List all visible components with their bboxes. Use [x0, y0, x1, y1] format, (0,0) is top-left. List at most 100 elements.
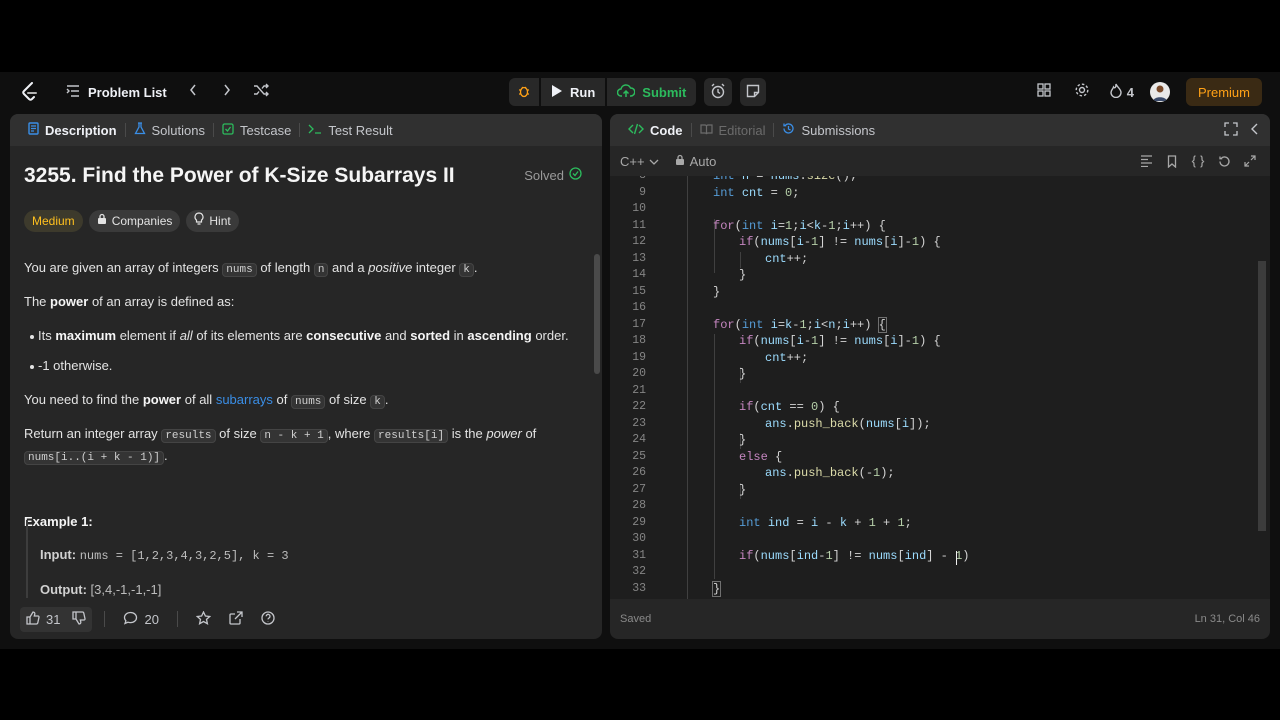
chevron-right-icon: [223, 83, 231, 101]
subarrays-link[interactable]: subarrays: [216, 392, 273, 407]
cursor-position: Ln 31, Col 46: [1194, 613, 1260, 625]
lock-icon: [675, 154, 685, 169]
hint-label: Hint: [209, 214, 231, 228]
next-problem-button[interactable]: [213, 78, 241, 106]
code-line: }: [739, 367, 747, 381]
tab-code[interactable]: Code: [620, 114, 691, 146]
line-number: 21: [632, 384, 646, 397]
line-number: 10: [632, 202, 646, 215]
line-number: 29: [632, 516, 646, 529]
line-number: 23: [632, 417, 646, 430]
tab-test-result[interactable]: Test Result: [300, 114, 400, 146]
line-number: 19: [632, 351, 646, 364]
like-button[interactable]: 31: [20, 606, 67, 632]
leetcode-logo-icon[interactable]: [20, 82, 40, 102]
tab-description-label: Description: [45, 122, 117, 138]
bold-text: power: [142, 392, 182, 407]
difficulty-badge: Medium: [24, 210, 83, 232]
book-icon: [699, 123, 713, 138]
tab-submissions[interactable]: Submissions: [774, 114, 883, 146]
text: .: [164, 448, 168, 463]
bold-text: ascending: [467, 328, 532, 343]
collapse-icon[interactable]: [1250, 122, 1260, 139]
alarm-clock-icon: [710, 83, 726, 102]
indent-guide: [740, 252, 741, 268]
hint-chip[interactable]: Hint: [186, 210, 239, 232]
companies-chip[interactable]: Companies: [88, 210, 181, 232]
layout-button[interactable]: [1030, 78, 1058, 106]
language-label: C++: [620, 153, 645, 169]
text: integer: [415, 260, 456, 275]
share-button[interactable]: [223, 607, 249, 632]
problem-title[interactable]: 3255. Find the Power of K-Size Subarrays…: [24, 165, 455, 186]
description-scrollbar[interactable]: [594, 254, 600, 374]
fullscreen-icon[interactable]: [1240, 151, 1260, 171]
streak-count: 4: [1126, 84, 1134, 100]
line-number: 33: [632, 582, 646, 595]
problem-list-button[interactable]: Problem List: [60, 81, 173, 104]
submit-label: Submit: [642, 84, 687, 100]
premium-button[interactable]: Premium: [1185, 78, 1262, 106]
braces-icon[interactable]: [1188, 151, 1208, 171]
line-number: 28: [632, 499, 646, 512]
text: You need to find the: [24, 392, 140, 407]
random-problem-button[interactable]: [247, 78, 275, 106]
run-button[interactable]: Run: [541, 78, 606, 106]
tab-solutions[interactable]: Solutions: [126, 114, 213, 146]
bold-text: power: [50, 294, 89, 309]
bug-icon: [517, 84, 531, 101]
paragraph-4: Return an integer array results of size …: [24, 424, 584, 468]
streak-counter[interactable]: 4: [1110, 83, 1134, 101]
text: Its: [38, 328, 52, 343]
problem-tags: Medium Companies Hint: [24, 210, 239, 232]
bookmark-icon[interactable]: [1162, 151, 1182, 171]
description-footer: 31 20: [10, 599, 602, 639]
dislike-button[interactable]: [66, 606, 93, 632]
line-number: 17: [632, 318, 646, 331]
help-button[interactable]: [255, 607, 281, 632]
comment-count: 20: [144, 611, 159, 627]
list-icon: [66, 84, 80, 100]
prev-problem-button[interactable]: [179, 78, 207, 106]
favorite-button[interactable]: [190, 607, 217, 632]
text: , where: [327, 426, 371, 441]
code-line: ans.push_back(-1);: [765, 466, 895, 480]
tab-editorial[interactable]: Editorial: [692, 114, 774, 146]
run-submit-group: Run Submit: [509, 78, 767, 106]
language-select[interactable]: C++: [620, 154, 659, 169]
code-line: for(int i=1;i<k-1;i++) {: [713, 219, 886, 233]
tab-description[interactable]: Description: [20, 114, 125, 146]
solved-label: Solved: [524, 168, 564, 183]
maximize-icon[interactable]: [1224, 122, 1238, 139]
line-number: 20: [632, 367, 646, 380]
comment-icon: [123, 611, 138, 628]
user-avatar[interactable]: [1149, 82, 1170, 102]
problem-list-label: Problem List: [88, 84, 167, 100]
settings-button[interactable]: [1068, 78, 1096, 106]
bold-text: maximum: [55, 328, 117, 343]
editor-scrollbar[interactable]: [1258, 261, 1266, 531]
text: The: [24, 294, 47, 309]
tab-testcase[interactable]: Testcase: [214, 114, 299, 146]
reset-icon[interactable]: [1214, 151, 1234, 171]
format-icon[interactable]: [1136, 151, 1156, 171]
lightbulb-icon: [194, 211, 204, 231]
flask-icon: [133, 122, 146, 138]
timer-button[interactable]: [704, 78, 733, 106]
terminal-icon: [308, 123, 322, 138]
text: .: [473, 260, 478, 275]
code-editor[interactable]: 8 9 10 11 12 13 14 15 16 17 18 19 20 21 …: [610, 176, 1270, 599]
line-number: 26: [632, 466, 646, 479]
submit-button[interactable]: Submit: [607, 78, 697, 106]
line-number: 25: [632, 450, 646, 463]
editor-toolbar: C++ Auto: [610, 146, 1270, 176]
text: .: [384, 392, 389, 407]
debug-button[interactable]: [509, 78, 539, 106]
comments-button[interactable]: 20: [117, 607, 164, 632]
line-number: 32: [632, 565, 646, 578]
text: Return an integer array: [24, 426, 158, 441]
auto-mode-toggle[interactable]: Auto: [675, 154, 716, 169]
like-count: 31: [46, 611, 61, 627]
save-status: Saved: [620, 613, 652, 625]
notes-button[interactable]: [740, 78, 767, 106]
